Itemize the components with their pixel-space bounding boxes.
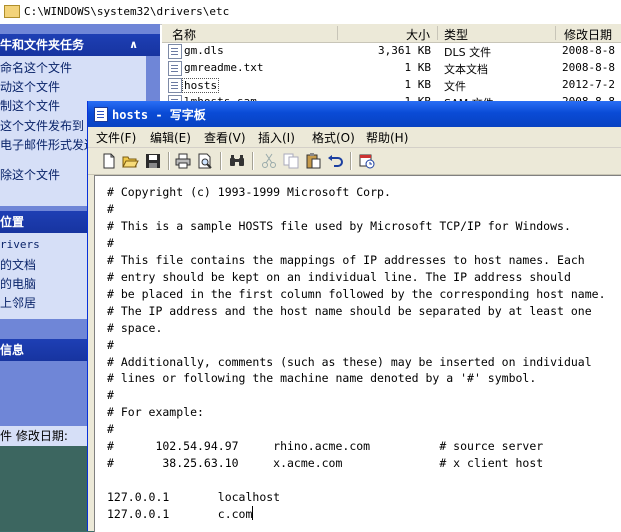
file-size: 1 KB [404,61,432,74]
doc-line: # Additionally, comments (such as these)… [107,354,592,369]
task-rename[interactable]: 命名这个文件 [0,59,72,76]
col-divider [555,26,556,40]
doc-line: # This file contains the mappings of IP … [107,252,585,267]
undo-icon[interactable] [326,152,344,170]
file-size: 1 KB [404,78,432,91]
toolbar-separator [252,152,253,170]
open-icon[interactable] [121,152,139,170]
col-type[interactable]: 类型 [444,26,468,43]
desktop-area [0,446,90,531]
menu-help[interactable]: 帮助(H) [366,129,408,146]
doc-line: # [107,201,114,216]
column-header: 名称 大小 类型 修改日期 [162,24,621,43]
document-area[interactable]: # Copyright (c) 1993-1999 Microsoft Corp… [94,175,621,532]
menu-format[interactable]: 格式(O) [312,129,355,146]
cut-icon[interactable] [260,152,278,170]
doc-line: 127.0.0.1 c.com [107,507,253,522]
paste-icon[interactable] [304,152,322,170]
toolbar-separator [168,152,169,170]
col-name[interactable]: 名称 [172,26,196,43]
chevron-up-icon[interactable]: ∧ [129,34,138,56]
wordpad-app-icon[interactable] [94,107,108,122]
date-time-icon[interactable] [358,152,376,170]
file-icon [168,61,182,76]
doc-line: # 102.54.94.97 rhino.acme.com # source s… [107,439,544,454]
address-bar[interactable]: C:\WINDOWS\system32\drivers\etc [0,0,621,25]
menu-bar: 文件(F) 编辑(E) 查看(V) 插入(I) 格式(O) 帮助(H) [88,127,621,148]
new-icon[interactable] [100,152,118,170]
file-tasks-title: 牛和文件夹任务 [0,38,85,52]
folder-icon [4,5,20,18]
file-type: 文件 [444,80,466,93]
file-tasks-header[interactable]: 牛和文件夹任务 ∧ [0,34,160,56]
details-status: 件 修改日期: [0,426,90,446]
file-date: 2012-7-2 [562,78,615,91]
task-move[interactable]: 动这个文件 [0,78,60,95]
toolbar-separator [350,152,351,170]
text-caret [252,506,254,521]
file-date: 2008-8-8 [562,44,615,57]
doc-line: # Copyright (c) 1993-1999 Microsoft Corp… [107,185,391,199]
address-path[interactable]: C:\WINDOWS\system32\drivers\etc [24,5,229,18]
file-type: DLS 文件 [444,46,492,59]
file-name: hosts [182,78,220,93]
doc-line: # 38.25.63.10 x.acme.com # x client host [107,456,544,471]
doc-line: # The IP address and the host name shoul… [107,303,592,318]
details-title: 信息 [0,343,25,357]
doc-line: # [107,337,114,352]
place-drivers[interactable]: rivers [0,238,40,251]
file-type: 文本文档 [444,63,488,76]
save-icon[interactable] [144,152,162,170]
col-divider [437,26,438,40]
document-text[interactable]: # Copyright (c) 1993-1999 Microsoft Corp… [107,184,606,523]
task-delete[interactable]: 除这个文件 [0,166,60,183]
doc-line: # entry should be kept on an individual … [107,269,571,284]
doc-line: # [107,388,114,403]
find-icon[interactable] [228,152,246,170]
menu-file[interactable]: 文件(F) [96,129,136,146]
file-size: 3,361 KB [378,44,431,57]
window-title: hosts - 写字板 [112,108,206,122]
menu-edit[interactable]: 编辑(E) [150,129,191,146]
col-divider [337,26,338,40]
place-my-documents[interactable]: 的文档 [0,256,36,273]
doc-line: # [107,422,114,437]
file-name: gm.dls [184,44,224,57]
file-row[interactable]: gmreadme.txt 1 KB 文本文档 2008-8-8 [162,59,621,76]
file-icon [168,44,182,59]
title-bar[interactable]: hosts - 写字板 [88,101,621,127]
other-places-title: 位置 [0,215,25,229]
doc-line: # [107,235,114,250]
wordpad-window: hosts - 写字板 文件(F) 编辑(E) 查看(V) 插入(I) 格式(O… [88,101,621,532]
doc-line: # lines or following the machine name de… [107,371,537,386]
doc-line: # This is a sample HOSTS file used by Mi… [107,218,571,233]
task-email[interactable]: 电子邮件形式发送 [0,136,96,153]
copy-icon[interactable] [282,152,300,170]
place-my-computer[interactable]: 的电脑 [0,275,36,292]
file-icon [168,78,182,93]
file-row-selected[interactable]: hosts 1 KB 文件 2012-7-2 [162,76,621,93]
menu-insert[interactable]: 插入(I) [258,129,295,146]
place-network[interactable]: 上邻居 [0,294,36,311]
print-icon[interactable] [174,152,192,170]
task-publish[interactable]: 这个文件发布到 [0,117,84,134]
toolbar [88,148,621,175]
doc-line: # be placed in the first column followed… [107,286,606,301]
file-row[interactable]: gm.dls 3,361 KB DLS 文件 2008-8-8 [162,42,621,59]
menu-view[interactable]: 查看(V) [204,129,246,146]
col-size[interactable]: 大小 [406,26,430,43]
print-preview-icon[interactable] [196,152,214,170]
doc-line: 127.0.0.1 localhost [107,490,281,505]
task-copy[interactable]: 制这个文件 [0,97,60,114]
file-date: 2008-8-8 [562,61,615,74]
doc-line: # space. [107,320,163,335]
toolbar-separator [220,152,221,170]
doc-line: # For example: [107,405,204,420]
col-modified[interactable]: 修改日期 [564,26,612,43]
file-name: gmreadme.txt [184,61,264,74]
